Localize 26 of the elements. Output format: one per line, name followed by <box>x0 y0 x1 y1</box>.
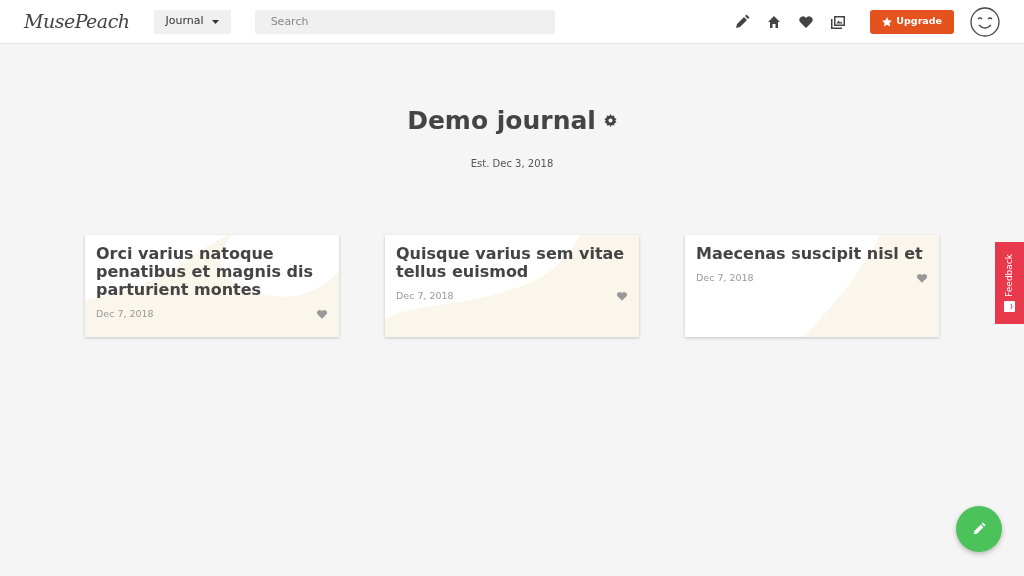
feedback-tab[interactable]: Feedback <box>995 242 1024 324</box>
search-field[interactable]: Search <box>254 9 555 34</box>
smiley-icon <box>1004 301 1015 313</box>
entry-date: Dec 7, 2018 <box>96 306 154 321</box>
entry-card[interactable]: Orci varius natoque penatibus et magnis dis parturient montes Dec 7, 2018 <box>85 234 339 337</box>
caret-icon <box>211 19 219 24</box>
avatar-icon[interactable] <box>970 6 1000 37</box>
established-date: Est. Dec 3, 2018 <box>469 156 555 171</box>
pencil-icon[interactable] <box>734 13 751 30</box>
logo[interactable]: MusePeach <box>24 7 130 36</box>
entry-card[interactable]: Maecenas suscipit nisl et Dec 7, 2018 <box>685 234 939 337</box>
star-icon <box>882 16 893 27</box>
entry-card[interactable]: Quisque varius sem vitae tellus euismod Dec 7, 2018 <box>385 234 639 337</box>
journal-title: Demo journal <box>407 105 596 137</box>
entry-date: Dec 7, 2018 <box>696 270 754 285</box>
pencil-icon <box>972 522 986 536</box>
home-icon[interactable] <box>766 13 783 30</box>
upgrade-button[interactable]: Upgrade <box>870 9 954 34</box>
heart-icon[interactable] <box>798 13 815 30</box>
photos-icon[interactable] <box>830 13 847 30</box>
entry-title: Quisque varius sem vitae tellus euismod <box>396 244 626 281</box>
entry-title: Orci varius natoque penatibus et magnis dis parturient montes <box>96 244 314 299</box>
settings-icon[interactable] <box>603 114 617 128</box>
journal-dropdown[interactable]: Journal <box>153 9 231 34</box>
entry-date: Dec 7, 2018 <box>396 288 454 303</box>
entry-title: Maecenas suscipit nisl et <box>696 244 924 263</box>
